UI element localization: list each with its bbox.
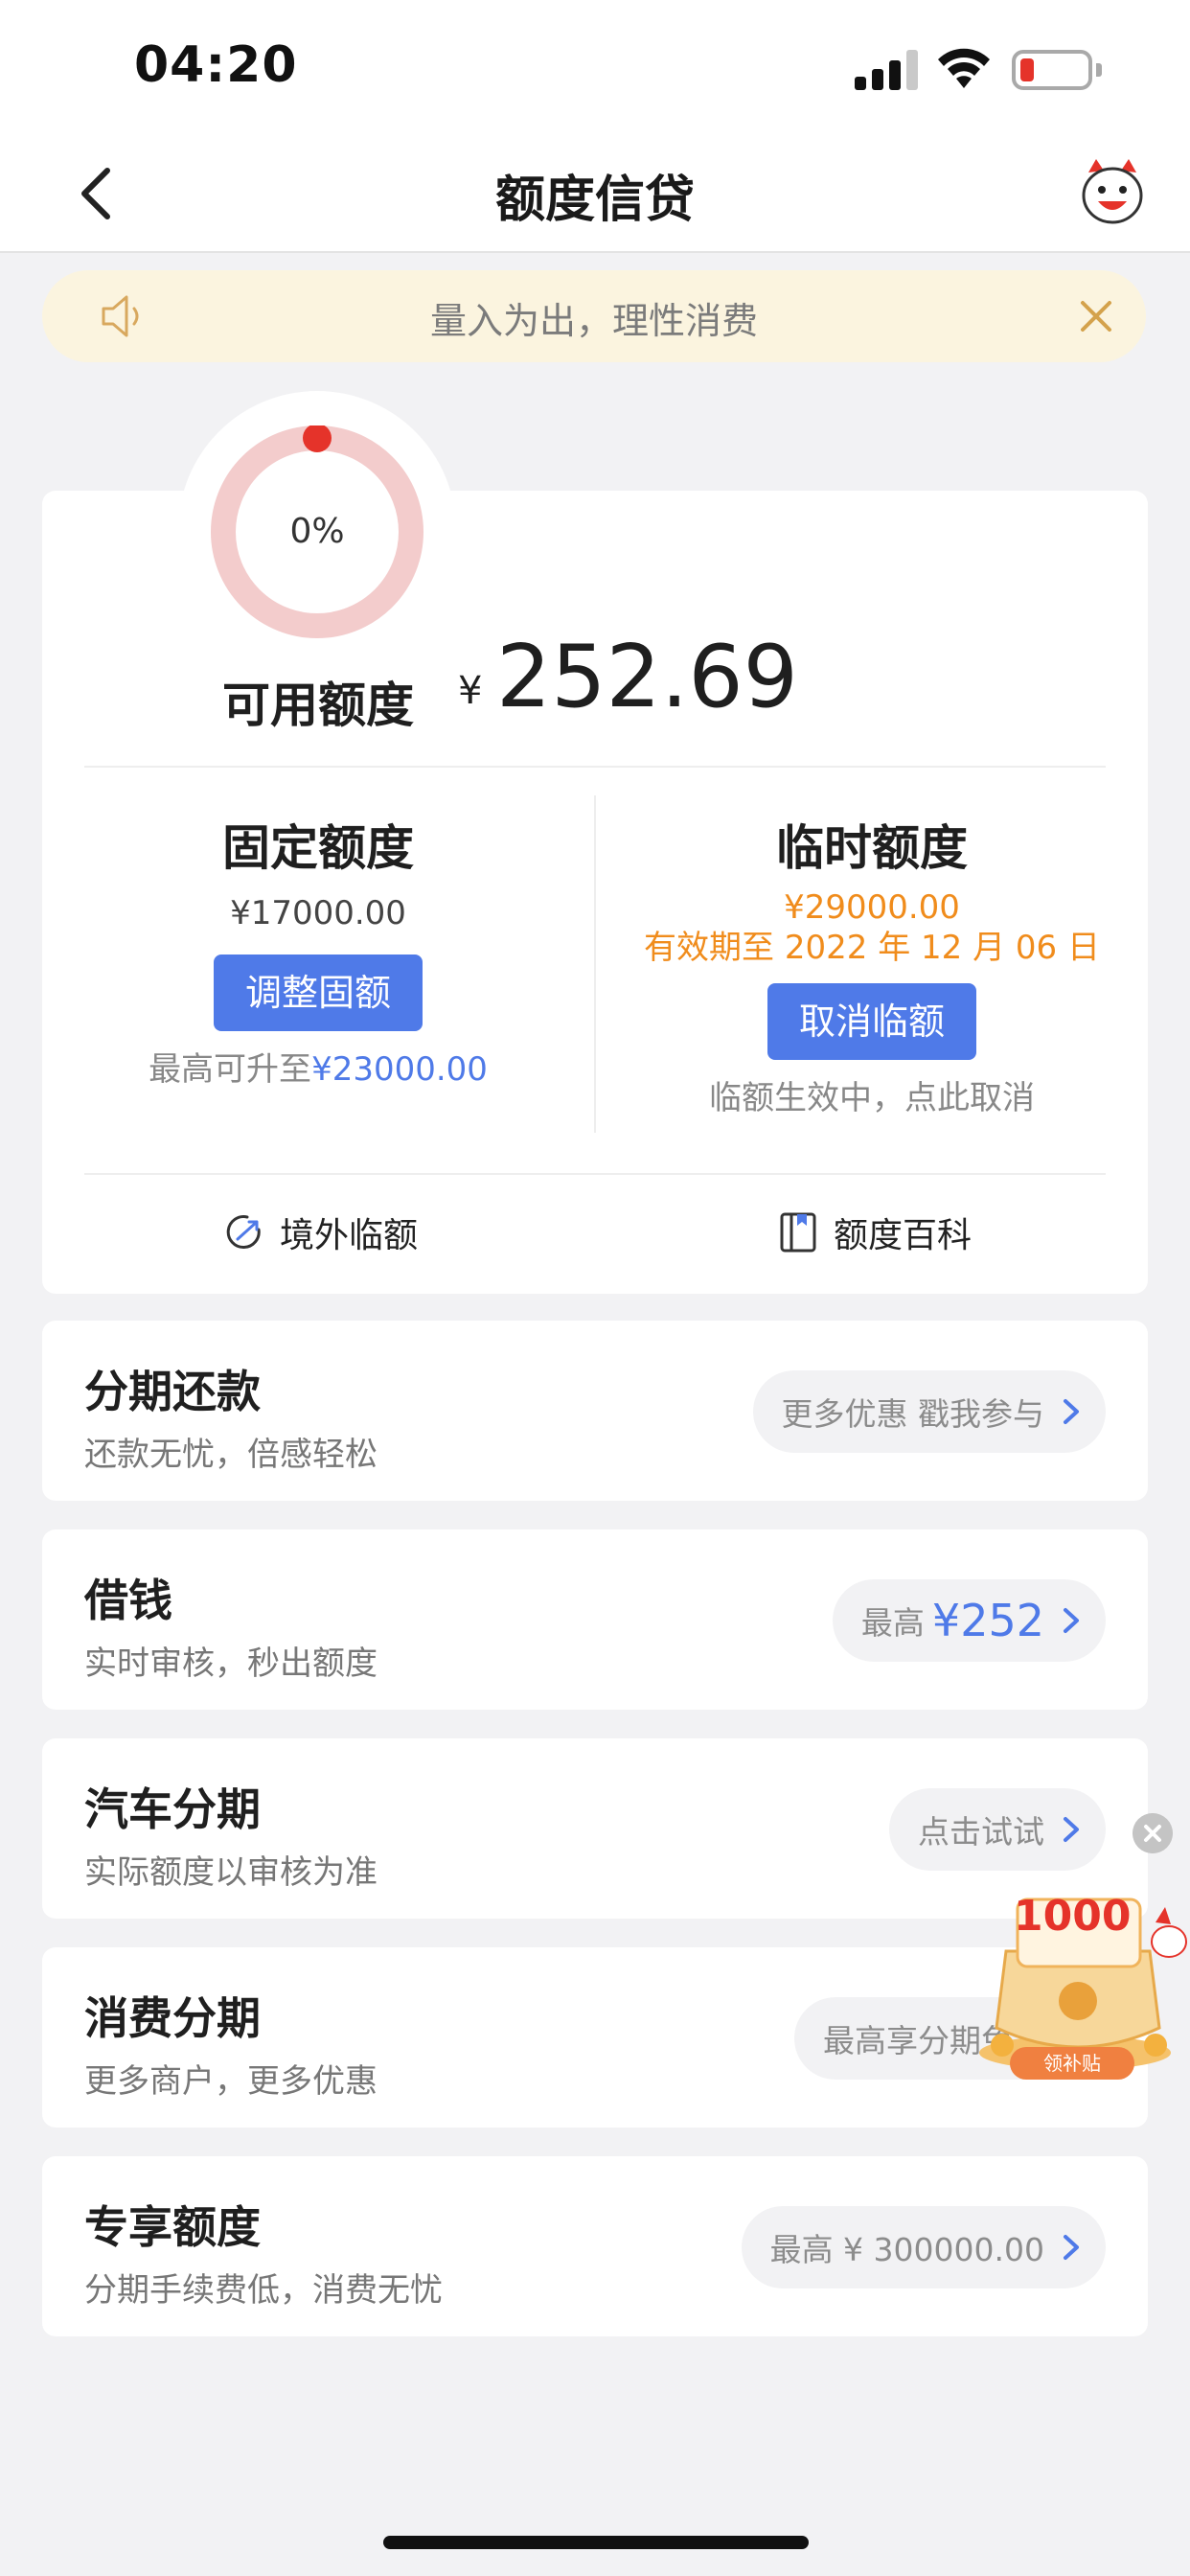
chevron-right-icon <box>1064 1608 1079 1633</box>
available-limit-label: 可用额度 <box>222 678 414 733</box>
overseas-temp-limit-label: 境外临额 <box>280 1216 419 1255</box>
promo-claim-label[interactable]: 领补贴 <box>1010 2047 1134 2080</box>
book-icon <box>780 1212 816 1253</box>
limit-wiki-link[interactable]: 额度百科 <box>776 1204 972 1261</box>
temp-limit-title: 临时额度 <box>776 820 968 876</box>
available-limit-amount: 252.69 <box>496 627 798 727</box>
status-time: 04:20 <box>134 36 298 94</box>
temp-limit-note[interactable]: 临额生效中，点此取消 <box>596 1077 1148 1119</box>
adjust-fixed-limit-button[interactable]: 调整固额 <box>214 954 423 1031</box>
page-title: 额度信贷 <box>494 172 695 229</box>
service-title: 分期还款 <box>84 1366 261 1417</box>
promo-amount: 1000 <box>1014 1892 1132 1941</box>
chevron-right-icon <box>1064 2235 1079 2260</box>
notice-text: 量入为出，理性消费 <box>429 300 758 342</box>
service-action-pill[interactable]: 点击试试 <box>889 1788 1106 1871</box>
pill-label: 更多优惠 戳我参与 <box>781 1395 1045 1433</box>
limit-wiki-label: 额度百科 <box>834 1216 973 1255</box>
service-subtitle: 分期手续费低，消费无忧 <box>84 2271 443 2310</box>
available-currency: ¥ <box>458 669 483 713</box>
service-action-pill[interactable]: 更多优惠 戳我参与 <box>752 1370 1106 1453</box>
pill-label: 最高 ¥ 300000.00 <box>769 2231 1044 2268</box>
cancel-temp-limit-button[interactable]: 取消临额 <box>767 983 976 1060</box>
service-borrow[interactable]: 借钱 实时审核，秒出额度 最高 ¥252 <box>42 1530 1148 1710</box>
service-installment-repay[interactable]: 分期还款 还款无忧，倍感轻松 更多优惠 戳我参与 <box>42 1321 1148 1501</box>
pill-max-amount: ¥252 <box>931 1595 1044 1646</box>
fixed-limit-title: 固定额度 <box>222 820 414 876</box>
fixed-limit-note: 最高可升至¥23000.00 <box>42 1048 594 1091</box>
service-exclusive-limit[interactable]: 专享额度 分期手续费低，消费无忧 最高 ¥ 300000.00 <box>42 2156 1148 2336</box>
service-action-pill[interactable]: 最高 ¥ 300000.00 <box>741 2206 1106 2288</box>
divider <box>84 766 1106 768</box>
service-subtitle: 实时审核，秒出额度 <box>84 1644 378 1683</box>
notice-banner: 量入为出，理性消费 <box>42 270 1146 362</box>
divider <box>84 1173 1106 1175</box>
cellular-signal-icon <box>855 50 920 90</box>
fixed-limit-amount: ¥17000.00 <box>230 894 406 932</box>
fixed-limit-section: 固定额度 ¥17000.00 调整固额 最高可升至¥23000.00 <box>42 816 594 1091</box>
service-subtitle: 实际额度以审核为准 <box>84 1853 378 1892</box>
wifi-icon <box>938 48 990 88</box>
overseas-temp-limit-link[interactable]: 境外临额 <box>222 1204 418 1261</box>
service-action-pill[interactable]: 最高 ¥252 <box>832 1579 1106 1662</box>
usage-percent: 0% <box>289 512 345 551</box>
service-title: 汽车分期 <box>84 1783 261 1835</box>
pill-label: 点击试试 <box>918 1813 1044 1851</box>
status-bar: 04:20 <box>0 0 1190 134</box>
mascot-avatar-icon[interactable] <box>1079 157 1146 228</box>
temp-limit-section: 临时额度 ¥29000.00 有效期至 2022 年 12 月 06 日 取消临… <box>596 816 1148 1119</box>
fixed-limit-note-prefix: 最高可升至 <box>149 1050 312 1089</box>
service-title: 消费分期 <box>84 1992 261 2044</box>
service-subtitle: 还款无忧，倍感轻松 <box>84 1436 378 1474</box>
service-subtitle: 更多商户，更多优惠 <box>84 2062 378 2101</box>
battery-icon <box>1012 50 1092 90</box>
promo-close-icon[interactable] <box>1133 1813 1173 1853</box>
temp-limit-expiry: 有效期至 2022 年 12 月 06 日 <box>644 929 1100 967</box>
service-title: 借钱 <box>84 1575 172 1626</box>
home-indicator <box>383 2536 809 2549</box>
chevron-right-icon <box>1064 1817 1079 1842</box>
pill-prefix: 最高 <box>860 1604 925 1642</box>
close-icon[interactable] <box>1073 293 1119 339</box>
overseas-plane-icon <box>226 1215 261 1249</box>
fixed-limit-max-value: ¥23000.00 <box>311 1050 488 1089</box>
chevron-right-icon <box>1064 1399 1079 1424</box>
nav-bar: 额度信贷 <box>0 134 1190 253</box>
service-title: 专享额度 <box>84 2201 261 2253</box>
temp-limit-amount: ¥29000.00 <box>784 888 960 927</box>
battery-tip <box>1096 63 1102 77</box>
